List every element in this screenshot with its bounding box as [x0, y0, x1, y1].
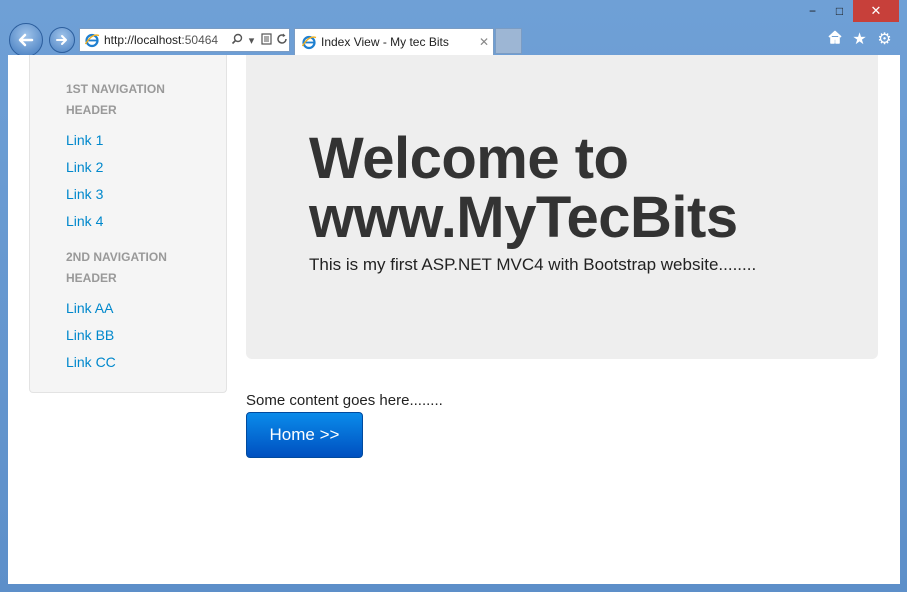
- forward-icon: [56, 35, 67, 45]
- hero-title: Welcome to www.MyTecBits: [309, 129, 878, 247]
- forward-button[interactable]: [49, 27, 75, 53]
- browser-window: − □ ✕ http://localhost:50464 ▾ Index Vie…: [0, 0, 907, 592]
- tab-title: Index View - My tec Bits: [321, 35, 449, 49]
- browser-toolbar-icons: ★ ⚙: [826, 29, 893, 50]
- sidebar-link-2[interactable]: Link 2: [66, 154, 226, 181]
- refresh-icon[interactable]: [274, 33, 289, 48]
- back-button[interactable]: [9, 23, 43, 57]
- tab-close-icon[interactable]: ✕: [475, 35, 493, 49]
- window-controls: − □ ✕: [799, 0, 899, 22]
- home-button[interactable]: Home >>: [246, 412, 363, 458]
- sidebar-link-aa[interactable]: Link AA: [66, 295, 226, 322]
- search-icon[interactable]: [229, 33, 244, 48]
- maximize-button[interactable]: □: [826, 0, 853, 22]
- sidebar-link-cc[interactable]: Link CC: [66, 349, 226, 376]
- close-button[interactable]: ✕: [853, 0, 899, 22]
- dropdown-icon[interactable]: ▾: [244, 34, 259, 47]
- sidebar-link-3[interactable]: Link 3: [66, 181, 226, 208]
- compatibility-icon[interactable]: [259, 32, 274, 48]
- hero-title-line-2: www.MyTecBits: [309, 185, 738, 250]
- ie-logo-icon: [84, 33, 100, 48]
- tab-index-view[interactable]: Index View - My tec Bits ✕: [294, 28, 494, 55]
- url-port: :50464: [181, 33, 219, 47]
- hero-subtitle: This is my first ASP.NET MVC4 with Boots…: [309, 255, 757, 274]
- nav-header-1: 1ST NAVIGATION HEADER: [66, 82, 165, 117]
- sidebar-link-1[interactable]: Link 1: [66, 127, 226, 154]
- page-viewport: 1ST NAVIGATION HEADER Link 1 Link 2 Link…: [8, 55, 900, 584]
- address-bar[interactable]: http://localhost:50464 ▾: [79, 28, 290, 52]
- ie-logo-icon: [301, 35, 317, 50]
- address-url[interactable]: http://localhost:50464: [104, 33, 229, 47]
- nav-header-2: 2ND NAVIGATION HEADER: [66, 250, 167, 285]
- favorites-icon[interactable]: ★: [851, 29, 868, 50]
- back-icon: [18, 33, 34, 47]
- sidebar-link-bb[interactable]: Link BB: [66, 322, 226, 349]
- home-icon[interactable]: [826, 29, 843, 50]
- settings-icon[interactable]: ⚙: [876, 29, 893, 50]
- new-tab-button[interactable]: [495, 28, 522, 54]
- hero-unit: Welcome to www.MyTecBits This is my firs…: [246, 55, 878, 359]
- sidebar-link-4[interactable]: Link 4: [66, 208, 226, 235]
- sidebar-nav: 1ST NAVIGATION HEADER Link 1 Link 2 Link…: [29, 55, 227, 393]
- url-host: http://localhost: [104, 33, 182, 47]
- content-text: Some content goes here........: [246, 392, 443, 409]
- minimize-button[interactable]: −: [799, 0, 826, 22]
- hero-title-line-1: Welcome to: [309, 126, 629, 191]
